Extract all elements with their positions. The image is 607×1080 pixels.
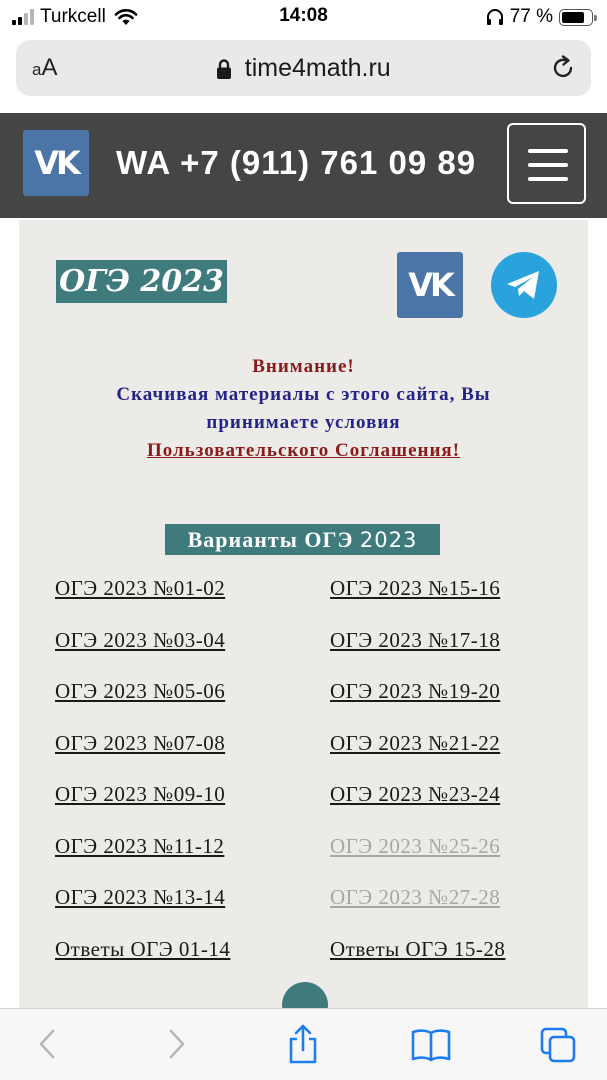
- forward-icon[interactable]: [162, 1027, 190, 1061]
- telegram-icon[interactable]: [491, 252, 557, 318]
- vk-icon[interactable]: VK: [397, 252, 463, 318]
- back-icon[interactable]: [34, 1027, 62, 1061]
- variant-link-right-1[interactable]: ОГЭ 2023 №17-18: [330, 628, 500, 653]
- vk-logo-text: VK: [34, 144, 81, 182]
- headphones-icon: [486, 9, 503, 25]
- variant-link-right-2[interactable]: ОГЭ 2023 №19-20: [330, 679, 500, 704]
- section-title-text: Варианты ОГЭ: [187, 527, 354, 552]
- share-icon[interactable]: [285, 1023, 321, 1065]
- section-title: Варианты ОГЭ 2023: [165, 524, 440, 555]
- variant-link-left-0[interactable]: ОГЭ 2023 №01-02: [55, 576, 225, 601]
- bookmarks-icon[interactable]: [410, 1027, 452, 1063]
- tabs-icon[interactable]: [538, 1025, 578, 1065]
- variant-link-right-5[interactable]: ОГЭ 2023 №25-26: [330, 834, 500, 859]
- page-title-badge: ОГЭ 2023: [56, 260, 227, 303]
- site-header: VK WA +7 (911) 761 09 89: [0, 113, 607, 218]
- variant-link-left-4[interactable]: ОГЭ 2023 №09-10: [55, 782, 225, 807]
- variant-link-right-0[interactable]: ОГЭ 2023 №15-16: [330, 576, 500, 601]
- lock-icon: [217, 58, 232, 79]
- reload-icon[interactable]: [549, 54, 577, 82]
- variant-link-left-6[interactable]: ОГЭ 2023 №13-14: [55, 885, 225, 910]
- address-bar[interactable]: aA time4math.ru: [16, 40, 591, 96]
- notice-attention: Внимание!: [252, 356, 355, 377]
- battery-icon: [559, 8, 597, 26]
- section-title-year: 2023: [359, 528, 418, 552]
- notice-text-line2: принимаете условия: [206, 412, 401, 433]
- variant-link-right-4[interactable]: ОГЭ 2023 №23-24: [330, 782, 500, 807]
- user-agreement-link[interactable]: Пользовательского Соглашения!: [19, 440, 588, 462]
- variant-link-right-6[interactable]: ОГЭ 2023 №27-28: [330, 885, 500, 910]
- browser-toolbar: [0, 1008, 607, 1080]
- url-display[interactable]: time4math.ru: [16, 54, 591, 83]
- vk-icon[interactable]: VK: [23, 130, 89, 196]
- variant-link-left-7[interactable]: Ответы ОГЭ 01-14: [55, 937, 230, 962]
- variant-link-left-2[interactable]: ОГЭ 2023 №05-06: [55, 679, 225, 704]
- variant-link-left-1[interactable]: ОГЭ 2023 №03-04: [55, 628, 225, 653]
- url-text: time4math.ru: [244, 54, 391, 82]
- variant-link-left-3[interactable]: ОГЭ 2023 №07-08: [55, 731, 225, 756]
- main-content: ОГЭ 2023 VK Внимание! Скачивая материалы…: [19, 220, 588, 1080]
- vk-logo-text: VK: [408, 266, 455, 304]
- variant-link-right-3[interactable]: ОГЭ 2023 №21-22: [330, 731, 500, 756]
- status-right: 77 %: [486, 6, 597, 28]
- phone-number[interactable]: WA +7 (911) 761 09 89: [116, 144, 476, 182]
- hamburger-menu-icon[interactable]: [507, 123, 586, 204]
- variant-link-left-5[interactable]: ОГЭ 2023 №11-12: [55, 834, 224, 859]
- variant-link-right-7[interactable]: Ответы ОГЭ 15-28: [330, 937, 505, 962]
- battery-percent: 77 %: [509, 6, 553, 27]
- status-bar: Turkcell 14:08 77 %: [0, 0, 607, 34]
- notice-text-line1: Скачивая материалы с этого сайта, Вы: [116, 384, 491, 405]
